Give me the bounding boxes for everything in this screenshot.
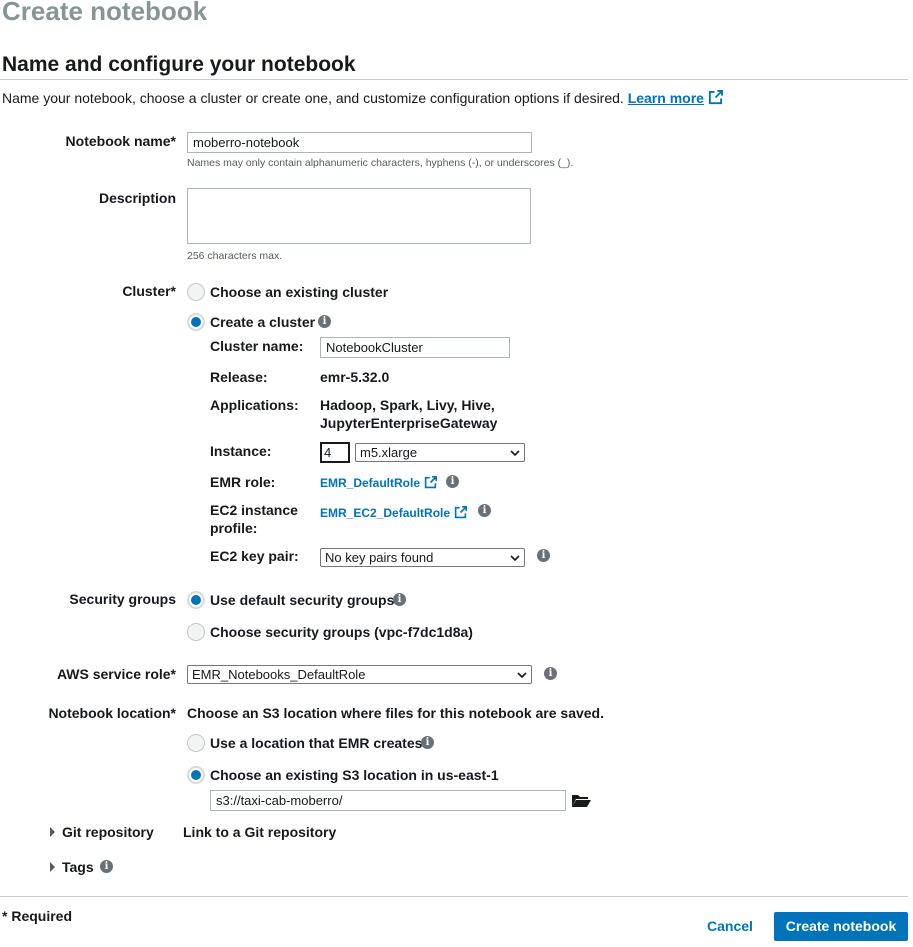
cluster-existing-label[interactable]: Choose an existing cluster [210, 284, 388, 300]
external-link-icon[interactable] [708, 90, 723, 105]
key-pair-select[interactable]: No key pairs found [320, 548, 525, 567]
ec2-profile-link-group[interactable]: EMR_EC2_DefaultRole [320, 504, 468, 522]
security-choose-radio[interactable] [187, 623, 205, 641]
applications-value-line2: JupyterEnterpriseGateway [320, 415, 498, 431]
applications-label: Applications: [210, 397, 299, 413]
section-intro: Name your notebook, choose a cluster or … [2, 90, 723, 106]
cluster-name-label: Cluster name: [210, 338, 304, 354]
key-pair-label: EC2 key pair: [210, 548, 299, 564]
notebook-name-label: Notebook name* [65, 133, 176, 149]
info-icon[interactable]: i [100, 860, 113, 873]
service-role-select[interactable]: EMR_Notebooks_DefaultRole [187, 665, 532, 684]
location-existing-label[interactable]: Choose an existing S3 location in us-eas… [210, 767, 499, 783]
required-note: * Required [2, 908, 73, 924]
emr-role-link[interactable]: EMR_DefaultRole [320, 476, 420, 490]
learn-more-link[interactable]: Learn more [628, 90, 704, 106]
location-emr-label[interactable]: Use a location that EMR creates [210, 735, 422, 751]
page-title: Create notebook [2, 0, 208, 26]
release-value: emr-5.32.0 [320, 369, 390, 385]
cluster-create-label[interactable]: Create a cluster [210, 314, 315, 330]
caret-right-icon[interactable] [50, 827, 55, 837]
key-pair-value: No key pairs found [325, 550, 434, 565]
security-default-label[interactable]: Use default security groups [210, 592, 394, 608]
emr-role-link-group[interactable]: EMR_DefaultRole [320, 474, 438, 492]
info-icon[interactable]: i [421, 736, 434, 749]
chevron-down-icon [510, 555, 520, 562]
release-label: Release: [210, 369, 268, 385]
git-repository-link-text: Link to a Git repository [183, 824, 337, 840]
cluster-create-radio[interactable] [187, 313, 205, 331]
security-groups-label: Security groups [69, 591, 176, 607]
cluster-label: Cluster* [122, 283, 176, 299]
security-default-radio[interactable] [187, 591, 205, 609]
external-link-icon[interactable] [424, 476, 438, 489]
description-textarea[interactable] [187, 188, 531, 244]
applications-value-line1: Hadoop, Spark, Livy, Hive, [320, 397, 495, 413]
info-icon[interactable]: i [478, 504, 491, 517]
ec2-profile-label-line2: profile: [210, 520, 258, 536]
section-divider [0, 79, 908, 80]
location-existing-radio[interactable] [187, 766, 205, 784]
intro-text: Name your notebook, choose a cluster or … [2, 90, 624, 106]
caret-right-icon[interactable] [50, 862, 55, 872]
footer-divider [0, 896, 908, 897]
instance-label: Instance: [210, 443, 272, 459]
chevron-down-icon [510, 450, 520, 457]
location-description: Choose an S3 location where files for th… [187, 705, 604, 721]
location-emr-radio[interactable] [187, 734, 205, 752]
cancel-button[interactable]: Cancel [707, 918, 753, 934]
security-choose-label[interactable]: Choose security groups (vpc-f7dc1d8a) [210, 624, 473, 640]
git-repository-toggle[interactable]: Git repository [62, 824, 154, 840]
external-link-icon[interactable] [454, 506, 468, 519]
info-icon[interactable]: i [537, 549, 550, 562]
info-icon[interactable]: i [544, 667, 557, 680]
s3-location-input[interactable] [210, 790, 566, 811]
ec2-profile-label-line1: EC2 instance [210, 502, 298, 518]
section-title: Name and configure your notebook [2, 53, 356, 76]
emr-role-label: EMR role: [210, 474, 276, 490]
instance-type-select[interactable]: m5.xlarge [355, 443, 525, 462]
cluster-existing-radio[interactable] [187, 283, 205, 301]
description-hint: 256 characters max. [187, 250, 283, 262]
notebook-name-hint: Names may only contain alphanumeric char… [187, 157, 574, 169]
info-icon[interactable]: i [393, 593, 406, 606]
info-icon[interactable]: i [446, 475, 459, 488]
cluster-name-input[interactable] [320, 337, 510, 358]
service-role-value: EMR_Notebooks_DefaultRole [192, 667, 366, 682]
instance-type-value: m5.xlarge [360, 445, 418, 460]
description-label: Description [98, 190, 176, 206]
info-icon[interactable]: i [318, 315, 331, 328]
chevron-down-icon [517, 672, 527, 679]
create-notebook-button[interactable]: Create notebook [774, 912, 908, 941]
notebook-name-input[interactable] [187, 132, 532, 153]
location-label: Notebook location* [48, 705, 176, 721]
tags-toggle[interactable]: Tags [62, 859, 94, 875]
folder-open-icon[interactable] [571, 793, 592, 808]
ec2-profile-link[interactable]: EMR_EC2_DefaultRole [320, 506, 450, 520]
instance-count-input[interactable] [320, 442, 350, 463]
service-role-label: AWS service role* [56, 666, 176, 682]
